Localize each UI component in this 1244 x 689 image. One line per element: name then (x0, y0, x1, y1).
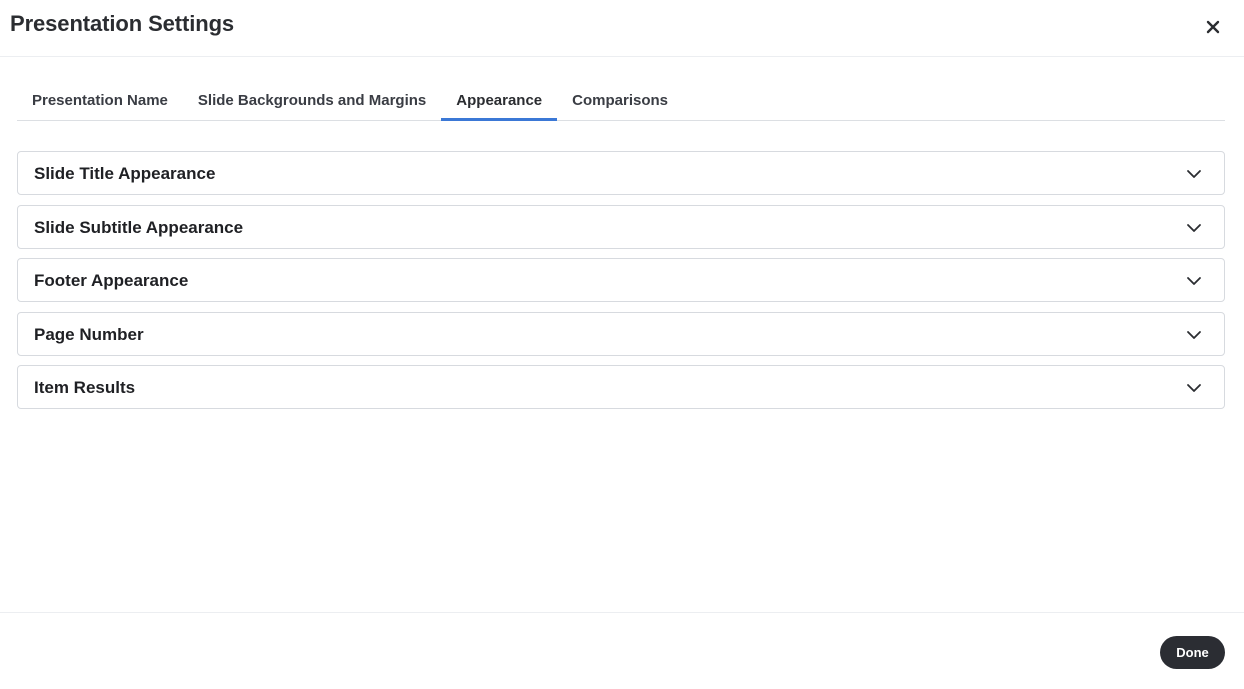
section-page-number[interactable]: Page Number (17, 311, 1225, 356)
close-icon (1206, 20, 1220, 34)
chevron-down-icon (1187, 170, 1201, 178)
section-label: Slide Title Appearance (34, 164, 216, 183)
section-slide-title-appearance[interactable]: Slide Title Appearance (17, 151, 1225, 195)
done-button[interactable]: Done (1160, 636, 1225, 669)
tab-slide-backgrounds-and-margins[interactable]: Slide Backgrounds and Margins (183, 82, 441, 120)
chevron-down-icon (1187, 384, 1201, 392)
section-label: Slide Subtitle Appearance (34, 217, 244, 237)
section-label: Page Number (34, 324, 144, 344)
section-label: Footer Appearance (34, 271, 189, 290)
chevron-down-icon (1187, 277, 1201, 285)
settings-tabs: Presentation Name Slide Backgrounds and … (17, 82, 1225, 121)
section-footer-appearance[interactable]: Footer Appearance (17, 258, 1225, 302)
dialog-header: Presentation Settings (0, 0, 1244, 57)
close-button[interactable] (1202, 16, 1224, 38)
presentation-settings-dialog: Presentation Settings Presentation Name … (0, 0, 1244, 689)
section-label: Item Results (34, 378, 136, 397)
dialog-footer: Done (0, 612, 1244, 689)
chevron-down-icon (1187, 223, 1201, 232)
section-slide-subtitle-appearance[interactable]: Slide Subtitle Appearance (17, 204, 1225, 249)
dialog-title: Presentation Settings (10, 11, 235, 36)
section-item-results[interactable]: Item Results (17, 365, 1225, 409)
tab-presentation-name[interactable]: Presentation Name (17, 82, 183, 120)
chevron-down-icon (1187, 330, 1201, 339)
tab-appearance[interactable]: Appearance (441, 82, 558, 121)
appearance-sections: Slide Title Appearance Slide Subtitle Ap… (17, 151, 1225, 419)
tab-comparisons[interactable]: Comparisons (557, 82, 683, 120)
